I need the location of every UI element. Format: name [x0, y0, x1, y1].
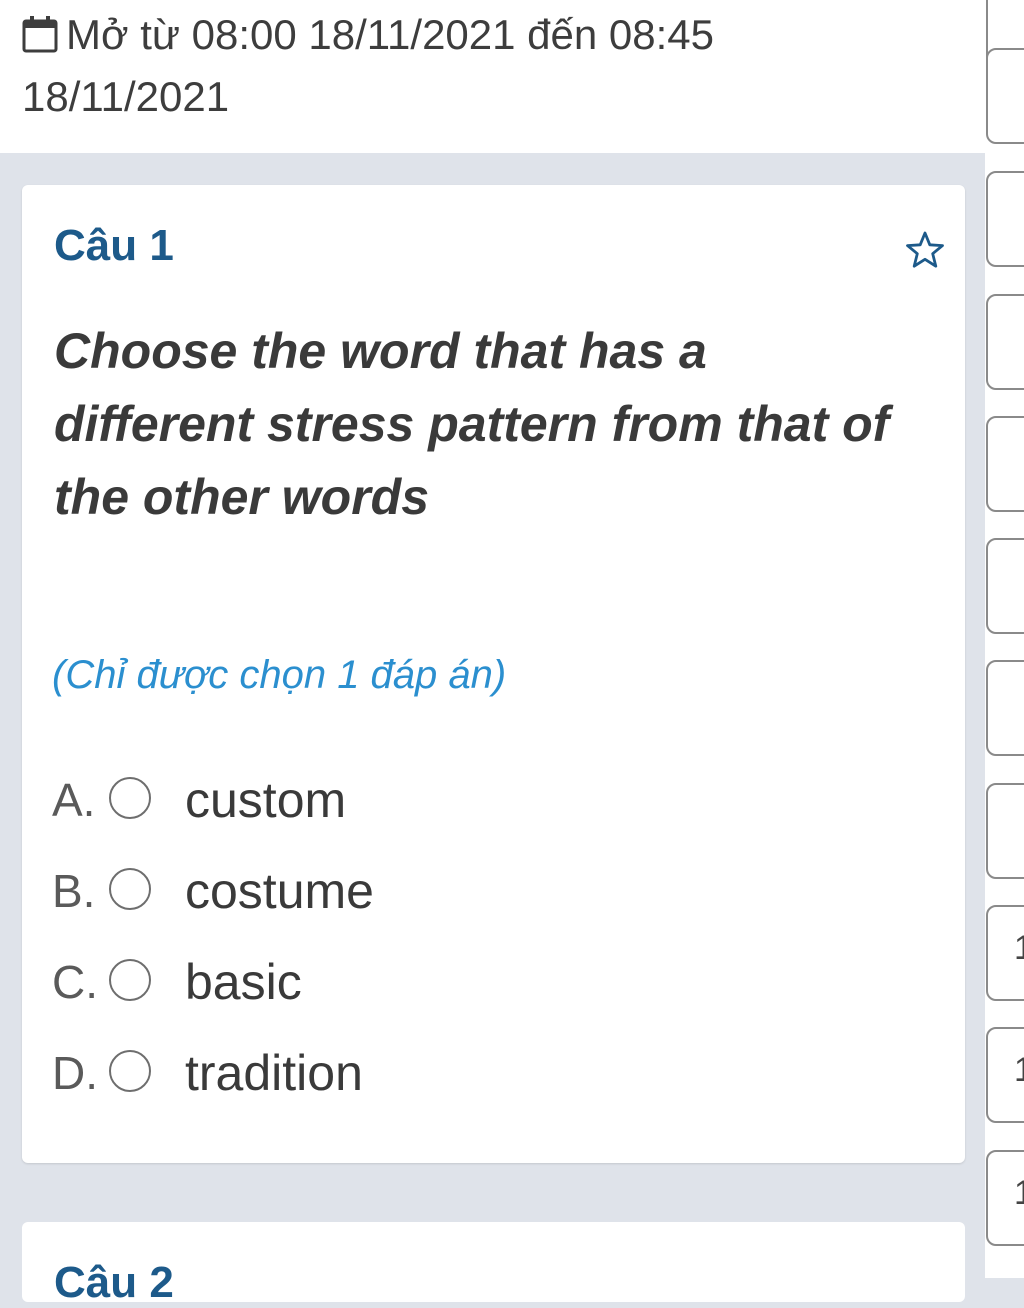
question-nav-item[interactable]: [986, 660, 1024, 756]
question-title: Câu 1: [54, 221, 174, 270]
radio-button[interactable]: [109, 868, 151, 910]
option-a[interactable]: A. custom: [52, 765, 852, 835]
option-letter: D.: [52, 1047, 98, 1099]
schedule-info: Mở từ 08:00 18/11/2021 đến 08:45 18/11/2…: [22, 4, 922, 128]
option-letter: B.: [52, 865, 96, 917]
question-title: Câu 2: [54, 1258, 174, 1307]
option-d[interactable]: D. tradition: [52, 1038, 852, 1108]
option-text: custom: [185, 772, 347, 828]
option-c[interactable]: C. basic: [52, 947, 852, 1017]
calendar-icon: [22, 16, 58, 53]
question-card: Câu 1 Choose the word that has a differe…: [22, 185, 965, 1163]
option-text: costume: [185, 863, 374, 919]
radio-button[interactable]: [109, 1050, 151, 1092]
option-b[interactable]: B. costume: [52, 856, 852, 926]
question-nav-item[interactable]: [986, 538, 1024, 634]
option-letter: C.: [52, 956, 98, 1008]
question-nav-item[interactable]: [986, 783, 1024, 879]
answer-hint: (Chỉ được chọn 1 đáp án): [52, 653, 507, 697]
schedule-text: Mở từ 08:00 18/11/2021 đến 08:45 18/11/2…: [22, 11, 715, 120]
radio-button[interactable]: [109, 959, 151, 1001]
next-question-card: Câu 2: [22, 1222, 965, 1307]
question-nav-item[interactable]: 1: [986, 1150, 1024, 1246]
question-nav-item[interactable]: [986, 294, 1024, 390]
option-text: basic: [185, 954, 302, 1010]
option-text: tradition: [185, 1045, 363, 1101]
option-letter: A.: [52, 774, 96, 826]
radio-button[interactable]: [109, 777, 151, 819]
star-outline-icon[interactable]: [905, 230, 945, 270]
question-nav-item[interactable]: [986, 171, 1024, 267]
exam-header: Mở từ 08:00 18/11/2021 đến 08:45 18/11/2…: [0, 0, 985, 153]
question-nav-item[interactable]: 1: [986, 905, 1024, 1001]
question-nav-item[interactable]: 1: [986, 1027, 1024, 1123]
question-nav-item[interactable]: [986, 48, 1024, 144]
question-text: Choose the word that has a different str…: [54, 323, 890, 525]
question-nav-item[interactable]: [986, 416, 1024, 512]
